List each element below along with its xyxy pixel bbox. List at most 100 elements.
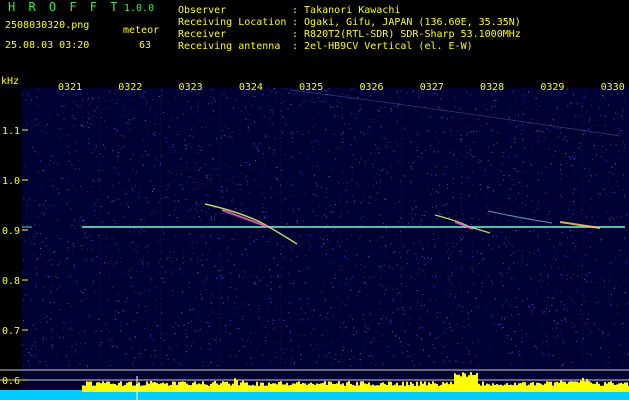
noise-pixel xyxy=(191,345,192,347)
noise-pixel xyxy=(552,155,554,157)
level-bar xyxy=(372,384,374,392)
noise-pixel xyxy=(299,335,301,337)
noise-pixel xyxy=(321,186,323,188)
noise-pixel xyxy=(329,205,331,207)
noise-pixel xyxy=(310,100,312,102)
noise-pixel xyxy=(441,352,443,354)
noise-pixel xyxy=(307,157,309,159)
noise-pixel xyxy=(423,349,424,351)
noise-pixel xyxy=(74,264,76,266)
noise-pixel xyxy=(219,331,221,333)
noise-pixel xyxy=(371,354,373,356)
noise-pixel xyxy=(175,194,177,196)
noise-pixel xyxy=(435,132,437,134)
noise-pixel xyxy=(551,305,553,306)
level-bar xyxy=(90,381,92,392)
noise-pixel xyxy=(75,349,77,351)
noise-pixel xyxy=(182,188,184,190)
noise-pixel xyxy=(462,310,464,312)
noise-pixel xyxy=(513,277,515,279)
level-bar xyxy=(576,381,578,392)
noise-pixel xyxy=(191,135,193,137)
noise-pixel xyxy=(520,356,522,358)
noise-pixel xyxy=(184,353,186,355)
noise-pixel xyxy=(479,295,481,297)
noise-pixel xyxy=(586,274,587,276)
noise-pixel xyxy=(136,271,138,273)
level-bar xyxy=(528,384,530,392)
noise-pixel xyxy=(380,276,381,278)
noise-pixel xyxy=(478,365,480,367)
noise-pixel xyxy=(552,120,554,122)
noise-pixel xyxy=(412,218,414,220)
noise-pixel xyxy=(43,318,45,319)
noise-pixel xyxy=(43,204,45,206)
noise-pixel xyxy=(245,175,247,177)
noise-pixel xyxy=(522,222,524,224)
noise-pixel xyxy=(282,267,284,269)
noise-pixel xyxy=(69,320,71,322)
noise-pixel xyxy=(106,127,108,129)
noise-pixel xyxy=(495,105,497,107)
level-bar xyxy=(484,385,486,392)
noise-pixel xyxy=(338,231,340,233)
noise-pixel xyxy=(412,162,414,164)
noise-pixel xyxy=(124,289,126,291)
noise-pixel xyxy=(277,179,279,180)
noise-pixel xyxy=(262,94,264,95)
noise-pixel xyxy=(26,149,28,151)
noise-pixel xyxy=(168,363,170,365)
info-value-antenna: : 2el-HB9CV Vertical (el. E-W) xyxy=(292,41,473,52)
noise-pixel xyxy=(167,359,169,361)
noise-pixel xyxy=(244,272,246,274)
noise-pixel xyxy=(102,170,104,171)
noise-pixel xyxy=(492,113,494,115)
noise-pixel xyxy=(184,144,186,146)
noise-pixel xyxy=(549,239,551,241)
noise-pixel xyxy=(584,365,586,367)
noise-pixel xyxy=(388,350,390,352)
noise-pixel xyxy=(440,258,442,260)
noise-pixel xyxy=(171,260,173,262)
noise-pixel xyxy=(449,129,451,131)
noise-pixel xyxy=(285,153,287,155)
noise-pixel xyxy=(324,298,326,300)
noise-pixel xyxy=(386,172,388,174)
noise-pixel xyxy=(301,281,303,283)
noise-pixel xyxy=(48,114,50,115)
noise-pixel xyxy=(616,305,618,306)
level-bar xyxy=(286,382,288,392)
noise-pixel xyxy=(491,109,493,111)
noise-pixel xyxy=(570,157,571,159)
noise-pixel xyxy=(563,255,565,257)
noise-pixel xyxy=(576,186,578,188)
noise-pixel xyxy=(210,343,211,345)
noise-pixel xyxy=(200,228,202,230)
noise-pixel xyxy=(458,117,460,119)
noise-pixel xyxy=(363,314,364,316)
noise-pixel xyxy=(152,133,154,135)
noise-pixel xyxy=(324,201,326,203)
noise-pixel xyxy=(76,104,77,106)
noise-pixel xyxy=(330,106,332,108)
noise-pixel xyxy=(204,154,206,156)
noise-pixel xyxy=(211,157,213,159)
noise-pixel xyxy=(373,228,374,230)
noise-pixel xyxy=(156,92,158,94)
noise-pixel xyxy=(414,278,416,280)
noise-pixel xyxy=(403,245,405,247)
level-bar xyxy=(284,384,286,392)
noise-pixel xyxy=(323,214,325,216)
noise-pixel xyxy=(113,238,115,240)
noise-pixel xyxy=(275,92,277,93)
noise-pixel xyxy=(366,294,368,296)
noise-pixel xyxy=(513,262,515,264)
noise-pixel xyxy=(380,246,382,248)
noise-pixel xyxy=(419,224,421,226)
noise-pixel xyxy=(323,243,325,245)
noise-pixel xyxy=(442,360,444,362)
noise-pixel xyxy=(563,138,565,140)
noise-pixel xyxy=(276,243,278,245)
noise-pixel xyxy=(262,324,264,326)
noise-pixel xyxy=(185,147,187,149)
